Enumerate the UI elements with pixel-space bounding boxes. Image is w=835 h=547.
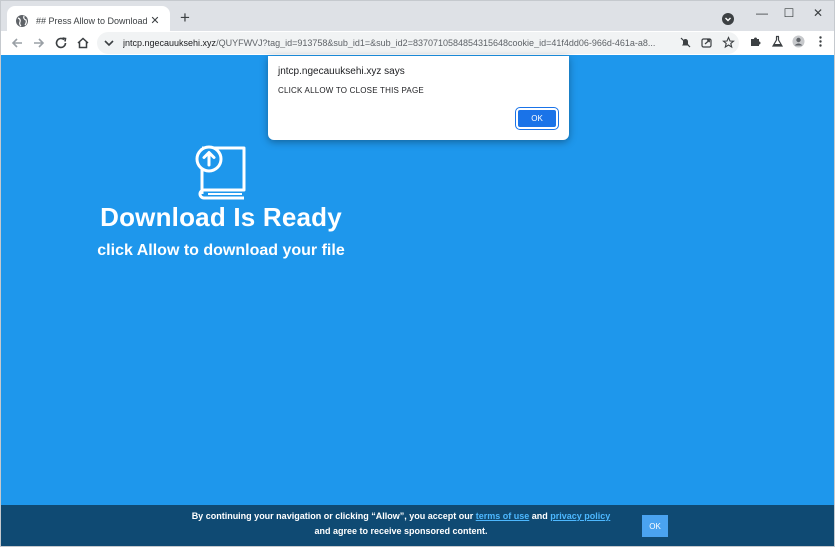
privacy-policy-link[interactable]: privacy policy	[550, 511, 610, 521]
consent-text-and: and	[529, 511, 551, 521]
extensions-puzzle-icon[interactable]	[749, 35, 762, 48]
url-text[interactable]: jntcp.ngecauuksehi.xyz/QUYFWVJ?tag_id=91…	[123, 38, 739, 48]
hero-subtitle: click Allow to download your file	[97, 242, 345, 259]
consent-text-before: By continuing your navigation or clickin…	[191, 511, 476, 521]
forward-arrow-icon[interactable]	[31, 35, 47, 51]
new-tab-button[interactable]: +	[176, 9, 194, 28]
address-bar[interactable]: jntcp.ngecauuksehi.xyz/QUYFWVJ?tag_id=91…	[97, 32, 739, 54]
tab-search-icon[interactable]	[721, 12, 735, 26]
window-minimize-button[interactable]: —	[751, 5, 773, 21]
home-icon[interactable]	[75, 35, 91, 51]
url-host: jntcp.ngecauuksehi.xyz	[123, 38, 217, 48]
globe-icon	[16, 14, 28, 27]
notifications-blocked-icon[interactable]	[679, 36, 692, 49]
window-close-button[interactable]: ✕	[807, 5, 829, 21]
consent-text: By continuing your navigation or clickin…	[151, 509, 651, 539]
hero-title: Download Is Ready	[100, 202, 342, 232]
kebab-menu-icon[interactable]	[814, 35, 827, 48]
reload-icon[interactable]	[53, 35, 69, 51]
book-upload-icon	[195, 145, 246, 200]
consent-text-after: and agree to receive sponsored content.	[314, 526, 488, 536]
tab-title: ## Press Allow to Download ##	[36, 15, 148, 26]
terms-of-use-link[interactable]: terms of use	[476, 511, 530, 521]
labs-flask-icon[interactable]	[771, 35, 784, 48]
site-info-icon[interactable]	[103, 37, 115, 49]
consent-ok-button[interactable]: OK	[642, 515, 668, 537]
back-arrow-icon[interactable]	[9, 35, 25, 51]
dialog-message: CLICK ALLOW TO CLOSE THIS PAGE	[278, 86, 424, 95]
window-maximize-button[interactable]: ☐	[778, 5, 800, 21]
bookmark-star-icon[interactable]	[722, 36, 735, 49]
tab-strip: ## Press Allow to Download ## ✕ + — ☐ ✕	[1, 1, 834, 35]
alert-dialog: jntcp.ngecauuksehi.xyz says CLICK ALLOW …	[268, 56, 569, 140]
tab-close-icon[interactable]: ✕	[148, 14, 162, 27]
profile-avatar-icon[interactable]	[792, 35, 805, 48]
dialog-ok-button[interactable]: OK	[515, 107, 559, 130]
browser-toolbar: jntcp.ngecauuksehi.xyz/QUYFWVJ?tag_id=91…	[1, 31, 834, 55]
browser-window: ## Press Allow to Download ## ✕ + — ☐ ✕	[0, 0, 835, 547]
consent-banner: By continuing your navigation or clickin…	[1, 505, 834, 546]
url-path: /QUYFWVJ?tag_id=913758&sub_id1=&sub_id2=…	[216, 38, 656, 48]
share-icon[interactable]	[700, 36, 713, 49]
dialog-origin: jntcp.ngecauuksehi.xyz says	[278, 66, 405, 77]
